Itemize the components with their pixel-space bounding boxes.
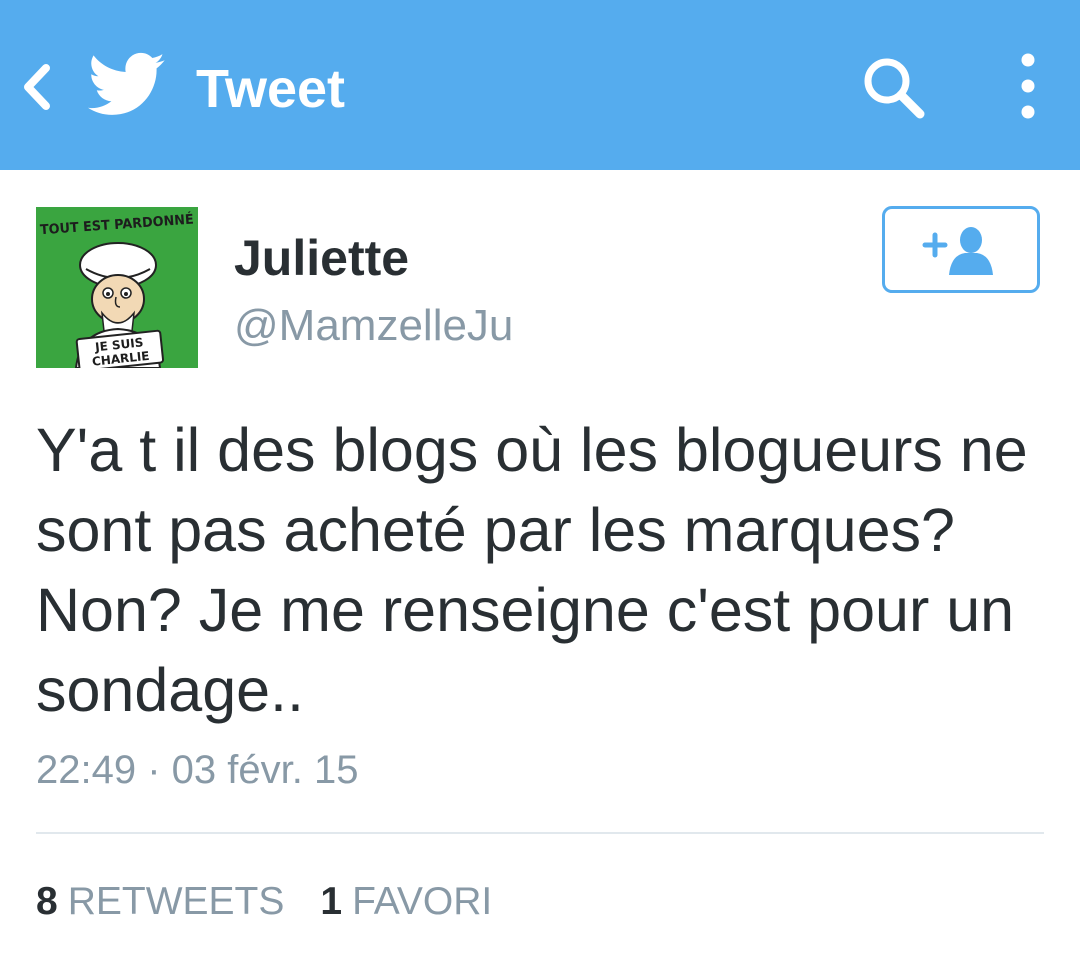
retweets-count: 8	[36, 880, 58, 923]
follow-button[interactable]	[882, 206, 1040, 293]
action-bar: Tweet	[0, 0, 1080, 170]
retweets-label: RETWEETS	[67, 880, 285, 923]
back-button[interactable]	[14, 58, 62, 116]
overflow-menu-button[interactable]	[1006, 50, 1050, 126]
overflow-menu-icon	[1021, 53, 1035, 119]
user-handle[interactable]: @MamzelleJu	[234, 298, 513, 354]
twitter-bird-icon[interactable]	[88, 52, 166, 118]
back-chevron-icon	[24, 64, 50, 110]
add-user-icon	[922, 227, 993, 275]
search-icon	[864, 58, 925, 119]
tweet-timestamp: 22:49 · 03 févr. 15	[36, 748, 359, 792]
search-button[interactable]	[860, 54, 930, 124]
page-title: Tweet	[196, 59, 346, 119]
favorites-stat[interactable]: 1 FAVORI	[320, 880, 492, 923]
tweet-stats: 8 RETWEETS 1 FAVORI	[36, 876, 492, 928]
avatar[interactable]: TOUT EST PARDONNÉ JE SUIS CHARLIE	[36, 207, 198, 368]
tweet-text: Y'a t il des blogs où les blogueurs ne s…	[36, 416, 1028, 724]
retweets-stat[interactable]: 8 RETWEETS	[36, 880, 284, 923]
favorites-count: 1	[320, 880, 343, 923]
display-name[interactable]: Juliette	[234, 228, 409, 288]
favorites-label: FAVORI	[352, 880, 493, 923]
divider	[36, 832, 1044, 834]
